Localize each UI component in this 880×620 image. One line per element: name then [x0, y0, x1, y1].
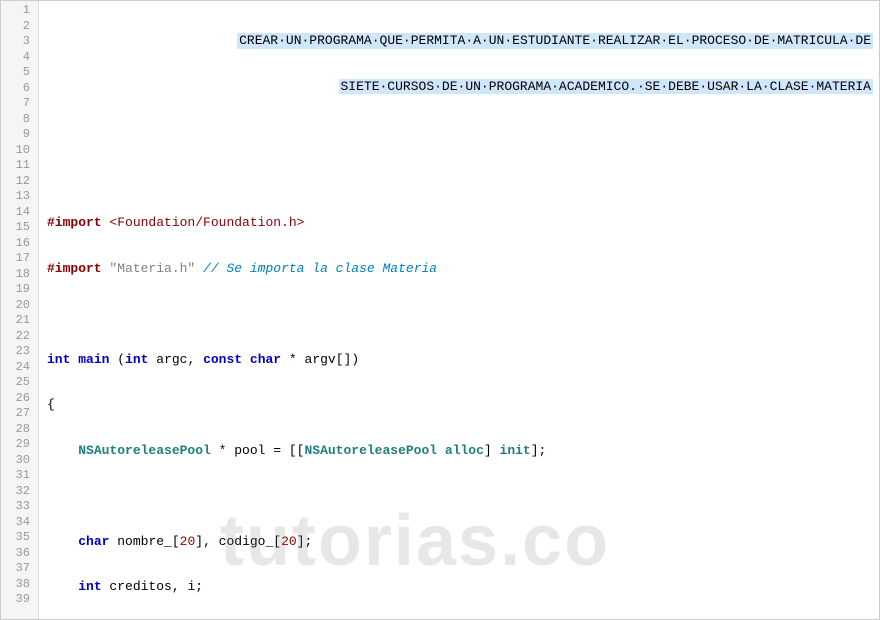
selected-text: SIETE·CURSOS·DE·UN·PROGRAMA·ACADEMICO.·S… — [339, 79, 874, 95]
code-line — [47, 124, 879, 140]
line-number: 26 — [1, 391, 38, 407]
line-number: 11 — [1, 158, 38, 174]
code-line — [47, 306, 879, 322]
line-number: 9 — [1, 127, 38, 143]
code-editor[interactable]: 1234567891011121314151617181920212223242… — [0, 0, 880, 620]
line-number: 10 — [1, 143, 38, 159]
line-number: 36 — [1, 546, 38, 562]
line-number: 19 — [1, 282, 38, 298]
line-number: 39 — [1, 592, 38, 608]
code-line: char nombre_[20], codigo_[20]; — [47, 534, 879, 550]
header-comment-line: CREAR·UN·PROGRAMA·QUE·PERMITA·A·UN·ESTUD… — [47, 33, 879, 49]
code-line: NSAutoreleasePool * pool = [[NSAutorelea… — [47, 443, 879, 459]
line-number: 28 — [1, 422, 38, 438]
code-line — [47, 170, 879, 186]
line-number: 30 — [1, 453, 38, 469]
line-number: 2 — [1, 19, 38, 35]
line-number: 32 — [1, 484, 38, 500]
line-number: 4 — [1, 50, 38, 66]
line-number: 24 — [1, 360, 38, 376]
line-number: 1 — [1, 3, 38, 19]
code-line: { — [47, 397, 879, 413]
code-line: #import "Materia.h" // Se importa la cla… — [47, 261, 879, 277]
line-number: 22 — [1, 329, 38, 345]
code-line: #import <Foundation/Foundation.h> — [47, 215, 879, 231]
line-number: 12 — [1, 174, 38, 190]
line-number: 27 — [1, 406, 38, 422]
line-number: 37 — [1, 561, 38, 577]
line-number: 31 — [1, 468, 38, 484]
line-number: 23 — [1, 344, 38, 360]
line-number: 17 — [1, 251, 38, 267]
header-comment-line: SIETE·CURSOS·DE·UN·PROGRAMA·ACADEMICO.·S… — [47, 79, 879, 95]
line-number: 38 — [1, 577, 38, 593]
selected-text: CREAR·UN·PROGRAMA·QUE·PERMITA·A·UN·ESTUD… — [237, 33, 873, 49]
line-number: 29 — [1, 437, 38, 453]
line-number: 5 — [1, 65, 38, 81]
line-number: 21 — [1, 313, 38, 329]
line-number: 18 — [1, 267, 38, 283]
line-number: 16 — [1, 236, 38, 252]
line-number: 25 — [1, 375, 38, 391]
line-number: 34 — [1, 515, 38, 531]
line-number-gutter: 1234567891011121314151617181920212223242… — [1, 1, 39, 619]
line-number: 3 — [1, 34, 38, 50]
code-area[interactable]: CREAR·UN·PROGRAMA·QUE·PERMITA·A·UN·ESTUD… — [39, 1, 879, 619]
line-number: 8 — [1, 112, 38, 128]
line-number: 33 — [1, 499, 38, 515]
line-number: 35 — [1, 530, 38, 546]
line-number: 15 — [1, 220, 38, 236]
code-line: int main (int argc, const char * argv[]) — [47, 352, 879, 368]
line-number: 14 — [1, 205, 38, 221]
code-line: int creditos, i; — [47, 579, 879, 595]
line-number: 6 — [1, 81, 38, 97]
line-number: 7 — [1, 96, 38, 112]
line-number: 13 — [1, 189, 38, 205]
line-number: 20 — [1, 298, 38, 314]
code-line — [47, 488, 879, 504]
